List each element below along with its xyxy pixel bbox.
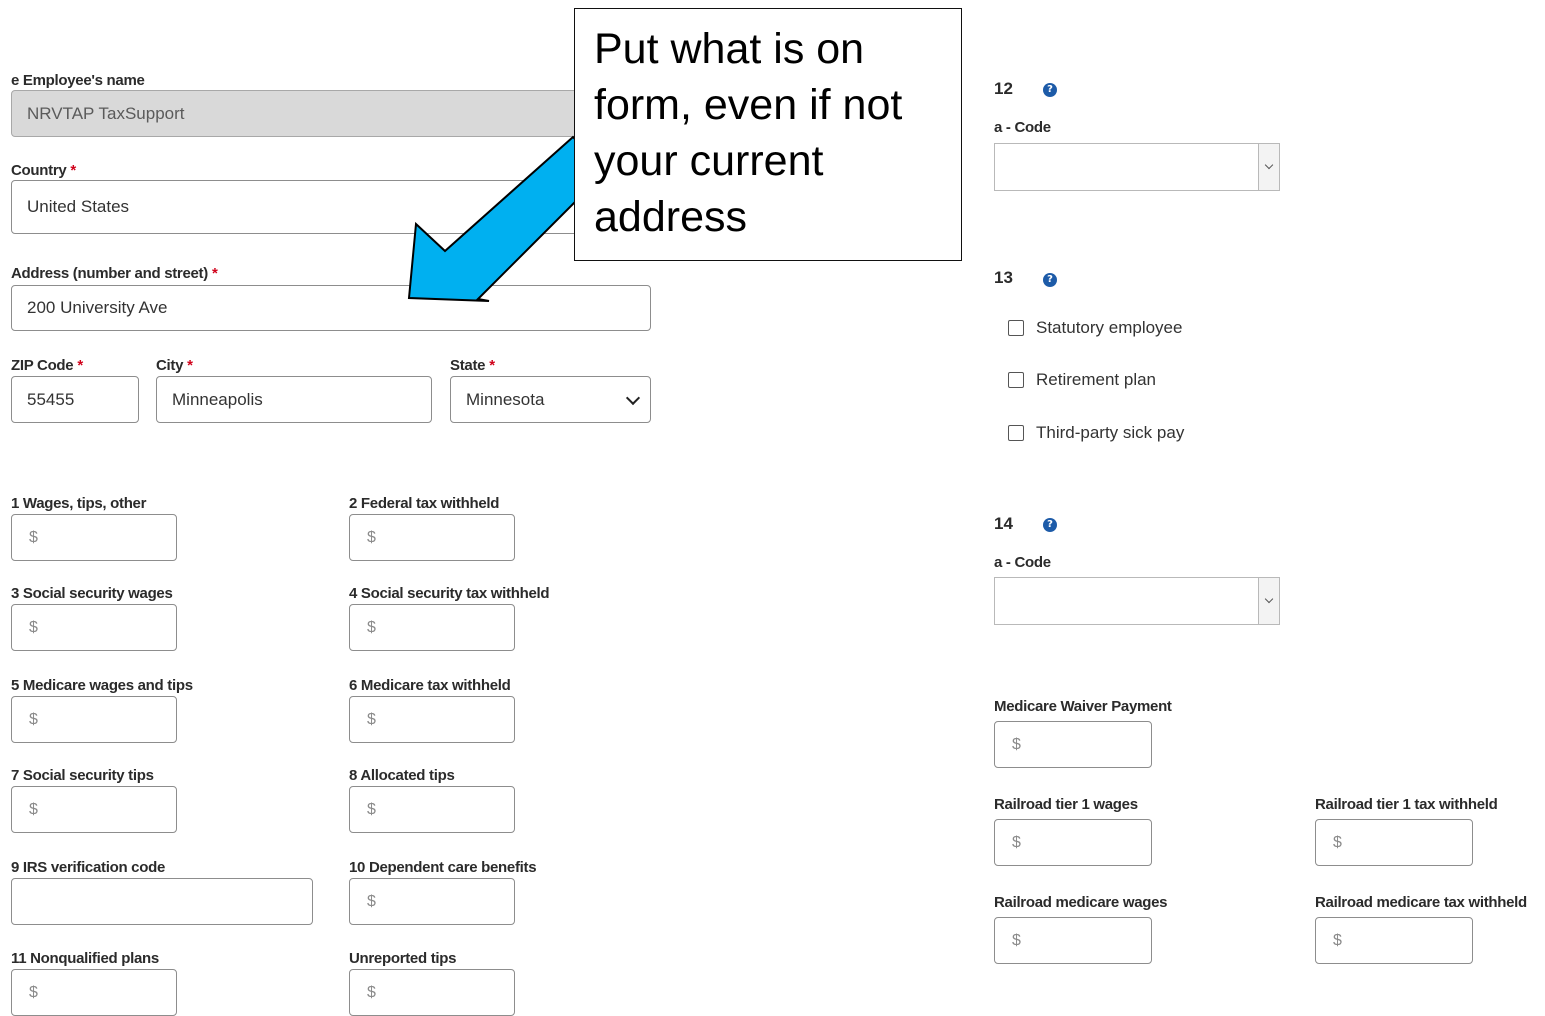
callout-box: Put what is on form, even if not your cu…: [574, 8, 962, 261]
callout-text: Put what is on form, even if not your cu…: [594, 25, 903, 241]
